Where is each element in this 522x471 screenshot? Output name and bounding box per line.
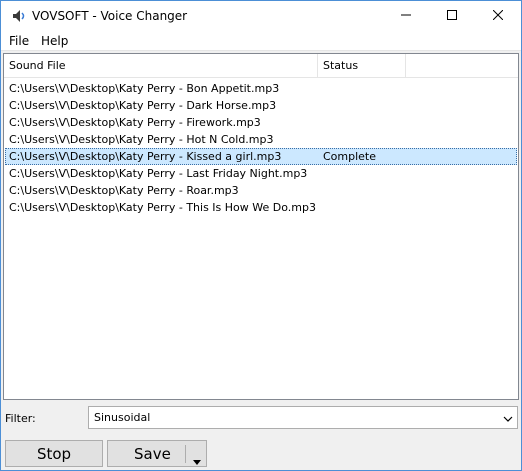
stop-button-label: Stop: [36, 444, 72, 463]
file-path: C:\Users\V\Desktop\Katy Perry - Kissed a…: [9, 150, 282, 163]
file-path: C:\Users\V\Desktop\Katy Perry - Hot N Co…: [9, 133, 274, 146]
list-item[interactable]: C:\Users\V\Desktop\Katy Perry - Hot N Co…: [4, 131, 518, 148]
list-item[interactable]: C:\Users\V\Desktop\Katy Perry - This Is …: [4, 199, 518, 216]
file-path: C:\Users\V\Desktop\Katy Perry - Firework…: [9, 116, 261, 129]
app-window: VOVSOFT - Voice Changer File Help Sound …: [0, 0, 522, 471]
chevron-down-icon: [503, 414, 513, 422]
triangle-down-icon[interactable]: [193, 451, 201, 465]
title-bar[interactable]: VOVSOFT - Voice Changer: [1, 1, 521, 31]
column-header-sound-file[interactable]: Sound File: [4, 54, 318, 78]
close-icon: [492, 9, 504, 23]
sound-file-list[interactable]: Sound File Status C:\Users\V\Desktop\Kat…: [3, 53, 519, 400]
maximize-button[interactable]: [429, 1, 475, 31]
minimize-button[interactable]: [383, 1, 429, 31]
file-path: C:\Users\V\Desktop\Katy Perry - This Is …: [9, 201, 316, 214]
column-header-status[interactable]: Status: [318, 54, 406, 78]
list-item-selected[interactable]: C:\Users\V\Desktop\Katy Perry - Kissed a…: [5, 148, 517, 165]
file-path: C:\Users\V\Desktop\Katy Perry - Bon Appe…: [9, 82, 280, 95]
save-button-divider: [185, 445, 186, 463]
filter-dropdown[interactable]: Sinusoidal: [88, 406, 518, 429]
filter-label: Filter:: [5, 412, 36, 425]
minimize-icon: [401, 10, 411, 23]
list-item[interactable]: C:\Users\V\Desktop\Katy Perry - Roar.mp3: [4, 182, 518, 199]
list-rows: C:\Users\V\Desktop\Katy Perry - Bon Appe…: [4, 80, 518, 216]
save-button[interactable]: Save: [107, 440, 207, 467]
stop-button[interactable]: Stop: [5, 440, 103, 467]
file-status: Complete: [323, 150, 377, 163]
menu-help[interactable]: Help: [41, 34, 68, 48]
maximize-icon: [447, 9, 457, 23]
file-path: C:\Users\V\Desktop\Katy Perry - Dark Hor…: [9, 99, 277, 112]
save-button-label: Save: [134, 445, 171, 463]
window-title: VOVSOFT - Voice Changer: [32, 9, 188, 23]
list-item[interactable]: C:\Users\V\Desktop\Katy Perry - Last Fri…: [4, 165, 518, 182]
file-path: C:\Users\V\Desktop\Katy Perry - Roar.mp3: [9, 184, 239, 197]
menu-bar: File Help: [1, 31, 521, 51]
file-path: C:\Users\V\Desktop\Katy Perry - Last Fri…: [9, 167, 308, 180]
list-item[interactable]: C:\Users\V\Desktop\Katy Perry - Bon Appe…: [4, 80, 518, 97]
close-button[interactable]: [475, 1, 521, 31]
list-header: Sound File Status: [4, 54, 518, 78]
list-item[interactable]: C:\Users\V\Desktop\Katy Perry - Firework…: [4, 114, 518, 131]
filter-selected-value: Sinusoidal: [94, 411, 151, 424]
menu-file[interactable]: File: [9, 34, 29, 48]
speaker-icon: [11, 8, 27, 24]
list-item[interactable]: C:\Users\V\Desktop\Katy Perry - Dark Hor…: [4, 97, 518, 114]
